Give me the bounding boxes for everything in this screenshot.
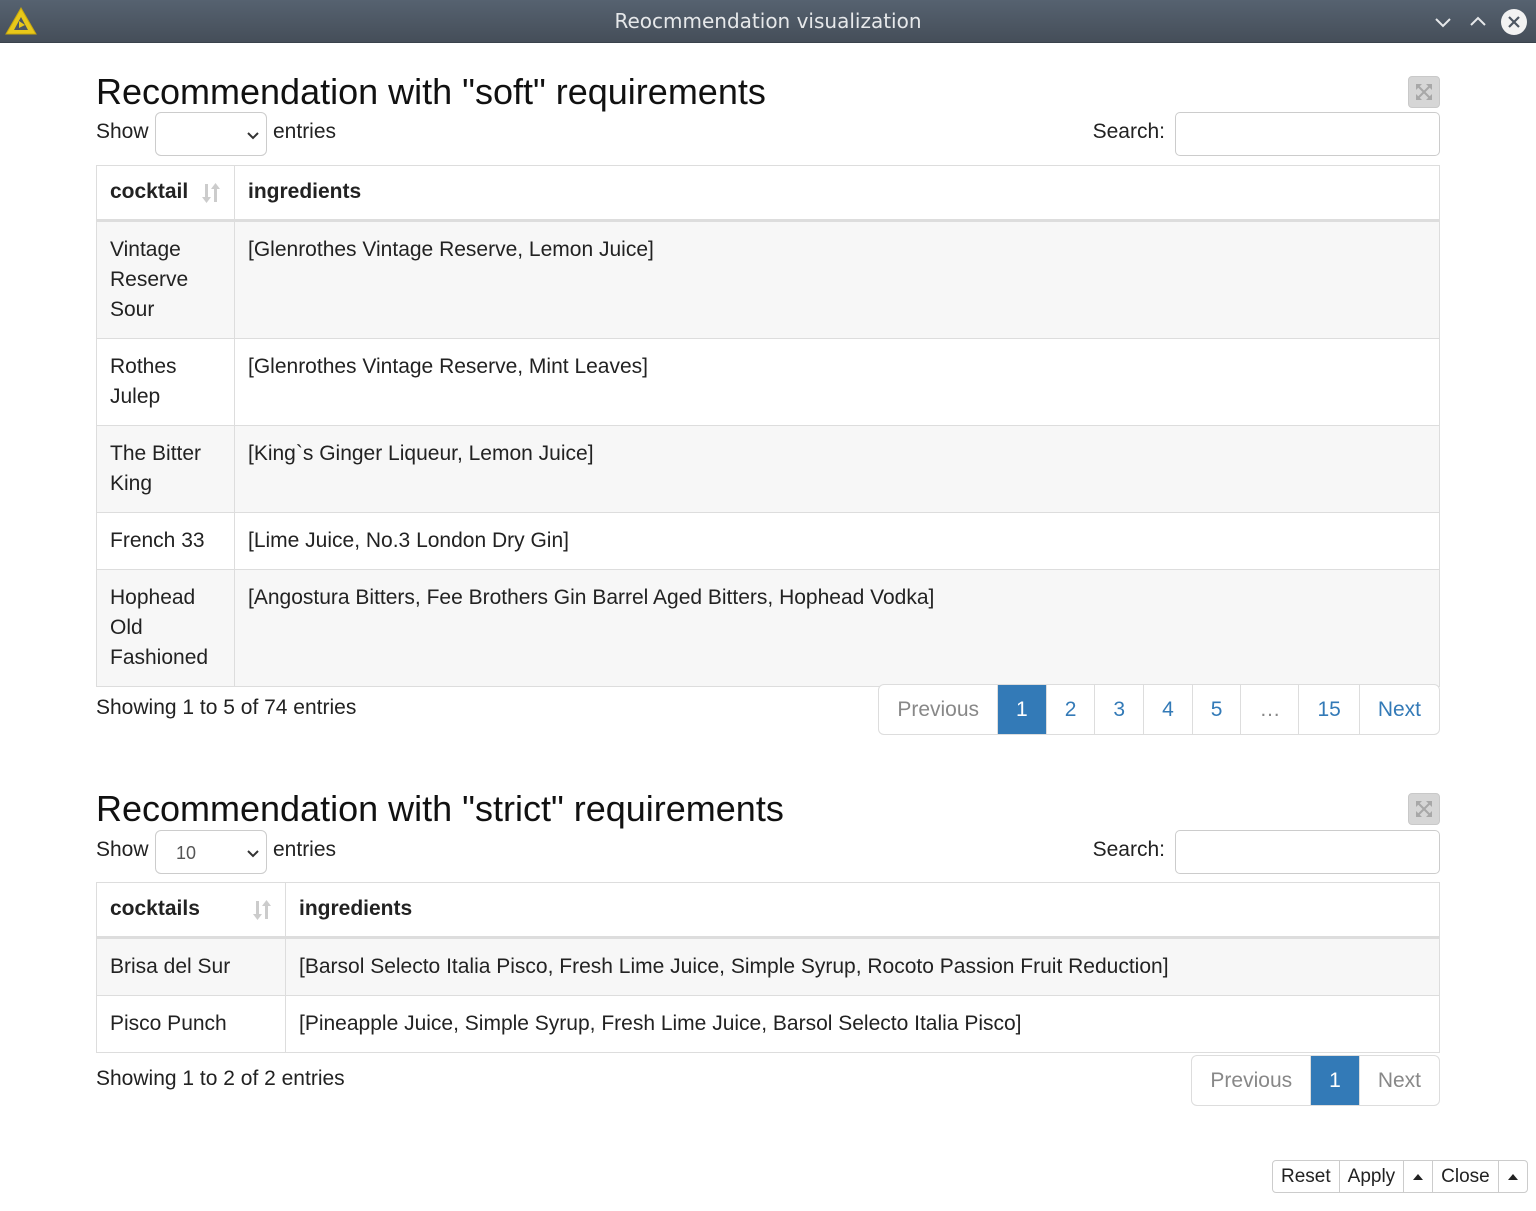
cocktail-cell: Brisa del Sur [96, 937, 286, 996]
column-header-cocktail[interactable]: cocktail [96, 165, 235, 222]
expand-arrows-icon [1416, 801, 1432, 817]
cocktail-cell: Pisco Punch [96, 995, 286, 1053]
cocktail-cell: The Bitter King [96, 425, 235, 513]
sort-icon [202, 183, 220, 203]
pagination: Previous 1 2 3 4 5… 15 Next [878, 684, 1440, 735]
ingredients-cell: [Barsol Selecto Italia Pisco, Fresh Lime… [285, 937, 1440, 996]
column-header-label: ingredients [299, 897, 413, 920]
column-header-label: cocktails [110, 897, 200, 920]
table-row: Hophead Old Fashioned [Angostura Bitters,… [96, 569, 1440, 687]
minimize-chevron-down-icon[interactable] [1429, 8, 1457, 36]
window-titlebar: Reocmmendation visualization [0, 0, 1536, 43]
page-button[interactable]: 1 [1310, 1056, 1359, 1105]
column-header-label: ingredients [248, 180, 362, 203]
expand-button[interactable] [1408, 793, 1440, 825]
column-header-label: cocktail [110, 180, 189, 203]
page-button[interactable]: 2 [1045, 685, 1095, 734]
maximize-chevron-up-icon[interactable] [1464, 8, 1492, 36]
ingredients-cell: [Pineapple Juice, Simple Syrup, Fresh Li… [285, 995, 1440, 1053]
strict-requirements-section: Recommendation with "strict" requirement… [96, 789, 1440, 1119]
table-row: The Bitter King [King`s Ginger Liqueur, L… [96, 425, 1440, 513]
cocktail-cell: Vintage Reserve Sour [96, 220, 235, 339]
strict-table-controls: Show 10 entries Search: [96, 830, 1440, 876]
page-button[interactable]: 3 [1094, 685, 1143, 734]
pagination: Previous 1 Next [1191, 1055, 1440, 1106]
table-row: Rothes Julep [Glenrothes Vintage Reserve,… [96, 338, 1440, 426]
column-header-cocktails[interactable]: cocktails [96, 882, 286, 939]
show-label: Show [96, 120, 149, 143]
column-header-ingredients[interactable]: ingredients [285, 882, 1440, 939]
soft-results-table: cocktail ingredients Vintage Reserve Sou… [96, 165, 1440, 687]
search-input[interactable] [1175, 830, 1440, 874]
reset-button[interactable]: Reset [1273, 1161, 1339, 1192]
ingredients-cell: [Angostura Bitters, Fee Brothers Gin Bar… [234, 569, 1440, 687]
page-length-value: 10 [176, 843, 197, 863]
next-page-button[interactable]: Next [1358, 1056, 1439, 1105]
cocktail-cell: Hophead Old Fashioned [96, 569, 235, 687]
expand-arrows-icon [1416, 84, 1432, 100]
cocktail-cell: French 33 [96, 512, 235, 570]
page-button[interactable]: 15 [1298, 685, 1358, 734]
pagination-ellipsis: … [1240, 685, 1298, 734]
page-length-select[interactable] [155, 112, 267, 156]
ingredients-cell: [King`s Ginger Liqueur, Lemon Juice] [234, 425, 1440, 513]
chevron-down-icon [247, 132, 259, 140]
sort-icon [253, 900, 271, 920]
column-header-ingredients[interactable]: ingredients [234, 165, 1440, 222]
search-label: Search: [1092, 120, 1165, 143]
window-title: Reocmmendation visualization [614, 9, 922, 33]
page-button[interactable]: 5 [1191, 685, 1241, 734]
strict-results-table: cocktails ingredients Brisa del Sur [Bars… [96, 882, 1440, 1053]
ingredients-cell: [Lime Juice, No.3 London Dry Gin] [234, 512, 1440, 570]
table-row: Brisa del Sur [Barsol Selecto Italia Pisc… [96, 937, 1440, 996]
apply-button[interactable]: Apply [1338, 1161, 1404, 1192]
table-info: Showing 1 to 2 of 2 entries [96, 1067, 345, 1090]
show-label: Show [96, 838, 149, 861]
close-window-icon[interactable] [1500, 8, 1528, 36]
soft-table-controls: Show entries Search: [96, 112, 1440, 158]
entries-label: entries [273, 120, 337, 143]
chevron-down-icon [247, 850, 259, 858]
entries-label: entries [273, 838, 337, 861]
close-options-button[interactable] [1497, 1161, 1527, 1192]
close-button[interactable]: Close [1432, 1161, 1498, 1192]
previous-page-button[interactable]: Previous [879, 685, 997, 734]
soft-requirements-section: Recommendation with "soft" requirements … [96, 72, 1440, 742]
expand-button[interactable] [1408, 76, 1440, 108]
table-row: French 33 [Lime Juice, No.3 London Dry Gi… [96, 512, 1440, 570]
page-length-select[interactable]: 10 [155, 830, 267, 874]
cocktail-cell: Rothes Julep [96, 338, 235, 426]
strict-section-heading: Recommendation with "strict" requirement… [96, 788, 784, 829]
ingredients-cell: [Glenrothes Vintage Reserve, Mint Leaves… [234, 338, 1440, 426]
triangle-up-icon [1413, 1173, 1424, 1180]
soft-section-heading: Recommendation with "soft" requirements [96, 71, 766, 112]
table-info: Showing 1 to 5 of 74 entries [96, 696, 357, 719]
next-page-button[interactable]: Next [1358, 685, 1439, 734]
table-row: Vintage Reserve Sour [Glenrothes Vintage … [96, 220, 1440, 339]
search-label: Search: [1092, 838, 1165, 861]
page-button[interactable]: 1 [997, 685, 1046, 734]
page-button[interactable]: 4 [1143, 685, 1192, 734]
search-input[interactable] [1175, 112, 1440, 156]
ingredients-cell: [Glenrothes Vintage Reserve, Lemon Juice… [234, 220, 1440, 339]
triangle-up-icon [1507, 1173, 1518, 1180]
table-row: Pisco Punch [Pineapple Juice, Simple Syru… [96, 995, 1440, 1053]
dialog-footer-buttons: Reset Apply Close [1272, 1160, 1528, 1193]
previous-page-button[interactable]: Previous [1192, 1056, 1310, 1105]
apply-options-button[interactable] [1403, 1161, 1432, 1192]
